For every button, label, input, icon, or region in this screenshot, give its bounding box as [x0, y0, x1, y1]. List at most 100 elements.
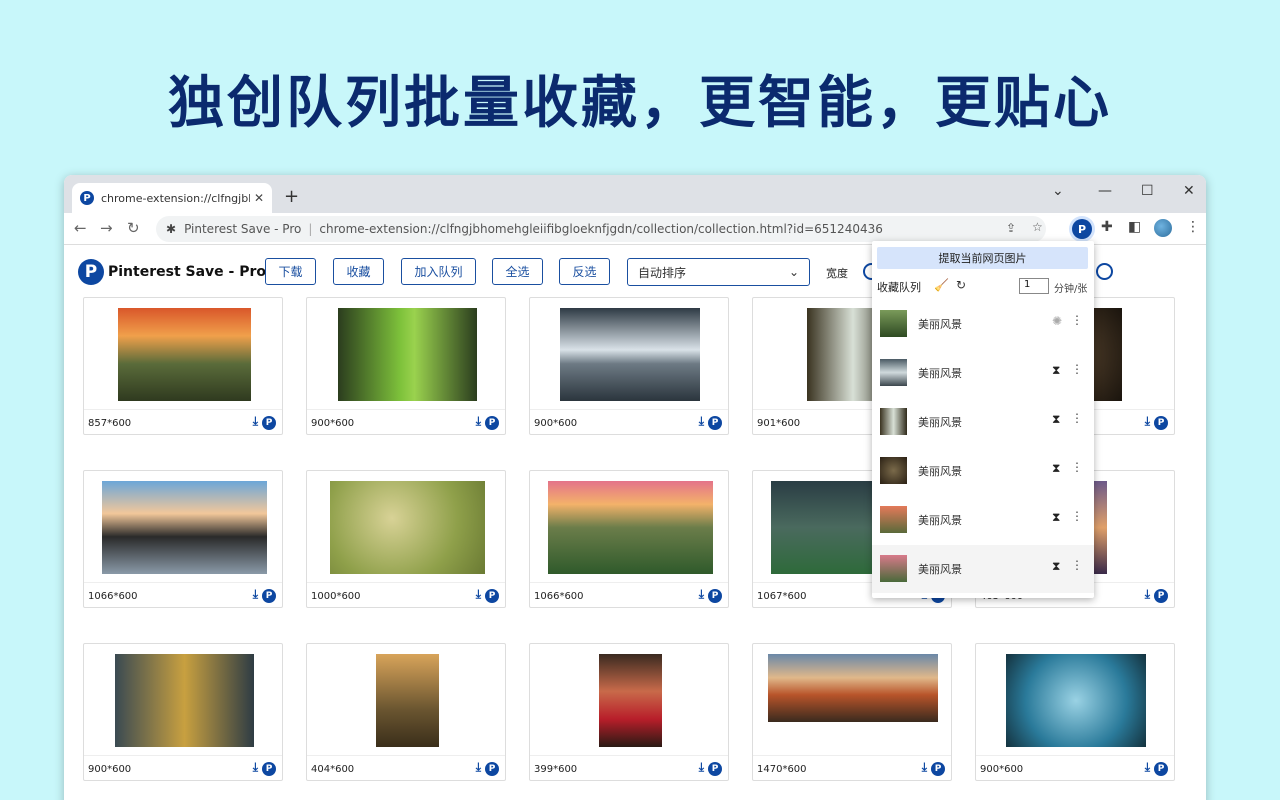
- image-card[interactable]: 404*600 ⤓ P: [306, 643, 506, 781]
- download-icon[interactable]: ⤓: [1145, 414, 1150, 429]
- image-card[interactable]: 857*600 ⤓ P: [83, 297, 283, 435]
- card-divider: [84, 409, 282, 410]
- tab-close-icon[interactable]: ✕: [254, 191, 264, 205]
- download-icon[interactable]: ⤓: [1145, 760, 1150, 775]
- image-card[interactable]: 900*600 ⤓ P: [975, 643, 1175, 781]
- queue-item[interactable]: 美丽风景 ✺ ⋮: [872, 300, 1094, 348]
- image-card[interactable]: 900*600 ⤓ P: [529, 297, 729, 435]
- maximize-icon[interactable]: ☐: [1141, 183, 1154, 199]
- minimize-icon[interactable]: —: [1098, 183, 1112, 199]
- pin-icon[interactable]: P: [708, 589, 722, 603]
- side-panel-icon[interactable]: ◧: [1128, 219, 1141, 235]
- image-card[interactable]: 1470*600 ⤓ P: [752, 643, 952, 781]
- download-icon[interactable]: ⤓: [699, 414, 704, 429]
- pin-icon[interactable]: P: [262, 762, 276, 776]
- more-options-icon[interactable]: ⋮: [1071, 460, 1083, 474]
- image-card[interactable]: 900*600 ⤓ P: [306, 297, 506, 435]
- image-card[interactable]: 1000*600 ⤓ P: [306, 470, 506, 608]
- forward-icon[interactable]: →: [100, 219, 113, 237]
- more-options-icon[interactable]: ⋮: [1071, 362, 1083, 376]
- new-tab-button[interactable]: +: [284, 186, 299, 207]
- download-icon[interactable]: ⤓: [253, 760, 258, 775]
- broom-clear-icon[interactable]: 🧹: [934, 278, 949, 292]
- tab-search-chevron-icon[interactable]: ⌄: [1052, 183, 1064, 199]
- image-thumbnail[interactable]: [329, 481, 485, 574]
- more-options-icon[interactable]: ⋮: [1071, 313, 1083, 327]
- pin-icon[interactable]: P: [1154, 416, 1168, 430]
- refresh-icon[interactable]: ↻: [956, 278, 966, 292]
- image-thumbnail[interactable]: [768, 654, 938, 722]
- rate-input[interactable]: 1: [1019, 278, 1049, 294]
- browser-tab[interactable]: P chrome-extension://clfngjbho ✕: [72, 183, 272, 213]
- card-divider: [84, 582, 282, 583]
- pin-icon[interactable]: P: [485, 589, 499, 603]
- close-window-icon[interactable]: ✕: [1183, 183, 1195, 199]
- reload-icon[interactable]: ↻: [127, 219, 140, 237]
- url-field[interactable]: ✱ Pinterest Save - Pro | chrome-extensio…: [156, 216, 1046, 242]
- bookmark-star-icon[interactable]: ☆: [1032, 220, 1043, 234]
- download-icon[interactable]: ⤓: [922, 760, 927, 775]
- download-button[interactable]: 下载: [265, 258, 316, 285]
- image-card[interactable]: 1066*600 ⤓ P: [83, 470, 283, 608]
- select-all-button[interactable]: 全选: [492, 258, 543, 285]
- download-icon[interactable]: ⤓: [699, 760, 704, 775]
- download-icon[interactable]: ⤓: [476, 760, 481, 775]
- profile-avatar[interactable]: [1154, 219, 1172, 237]
- menu-kebab-icon[interactable]: ⋮: [1186, 219, 1200, 235]
- queue-item[interactable]: 美丽风景 ⧗ ⋮: [872, 496, 1094, 544]
- width-slider-knob-right[interactable]: [1096, 263, 1113, 280]
- collect-button[interactable]: 收藏: [333, 258, 384, 285]
- back-icon[interactable]: ←: [74, 219, 87, 237]
- download-icon[interactable]: ⤓: [1145, 587, 1150, 602]
- sort-select[interactable]: 自动排序 ⌄: [627, 258, 810, 286]
- image-thumbnail[interactable]: [547, 481, 713, 574]
- image-thumbnail[interactable]: [101, 481, 267, 574]
- image-card[interactable]: 1066*600 ⤓ P: [529, 470, 729, 608]
- pin-icon[interactable]: P: [485, 762, 499, 776]
- pin-icon[interactable]: P: [262, 589, 276, 603]
- image-card[interactable]: 399*600 ⤓ P: [529, 643, 729, 781]
- image-thumbnail[interactable]: [598, 654, 662, 747]
- image-thumbnail[interactable]: [117, 308, 251, 401]
- pin-icon[interactable]: P: [708, 762, 722, 776]
- queue-item[interactable]: 美丽风景 ⧗ ⋮: [872, 545, 1094, 593]
- image-thumbnail[interactable]: [375, 654, 439, 747]
- queue-item[interactable]: 美丽风景 ⧗ ⋮: [872, 398, 1094, 446]
- invert-selection-button[interactable]: 反选: [559, 258, 610, 285]
- image-thumbnail[interactable]: [337, 308, 477, 401]
- queue-item[interactable]: 美丽风景 ⧗ ⋮: [872, 349, 1094, 397]
- pin-icon[interactable]: P: [931, 762, 945, 776]
- extract-images-button[interactable]: 提取当前网页图片: [877, 247, 1088, 269]
- image-thumbnail[interactable]: [114, 654, 254, 747]
- pin-icon[interactable]: P: [708, 416, 722, 430]
- loading-spinner-icon: ✺: [1052, 314, 1063, 328]
- url-site: Pinterest Save - Pro: [184, 222, 302, 236]
- queue-item-label: 美丽风景: [918, 514, 962, 527]
- download-icon[interactable]: ⤓: [699, 587, 704, 602]
- extensions-icon[interactable]: ✚: [1101, 219, 1113, 235]
- share-icon[interactable]: ⇪: [1006, 221, 1016, 235]
- more-options-icon[interactable]: ⋮: [1071, 509, 1083, 523]
- queue-item[interactable]: 美丽风景 ⧗ ⋮: [872, 447, 1094, 495]
- pin-icon[interactable]: P: [1154, 762, 1168, 776]
- image-thumbnail[interactable]: [1006, 654, 1146, 747]
- image-dimensions: 901*600: [757, 418, 801, 429]
- image-dimensions: 1067*600: [757, 591, 807, 602]
- pin-icon[interactable]: P: [485, 416, 499, 430]
- pinterest-extension-icon[interactable]: P: [1072, 219, 1092, 239]
- pin-icon[interactable]: P: [1154, 589, 1168, 603]
- image-dimensions: 1066*600: [88, 591, 138, 602]
- tab-bar: P chrome-extension://clfngjbho ✕ + ⌄ — ☐…: [64, 175, 1206, 213]
- enqueue-button[interactable]: 加入队列: [401, 258, 476, 285]
- image-card[interactable]: 900*600 ⤓ P: [83, 643, 283, 781]
- download-icon[interactable]: ⤓: [253, 587, 258, 602]
- more-options-icon[interactable]: ⋮: [1071, 411, 1083, 425]
- image-dimensions: 1066*600: [534, 591, 584, 602]
- image-thumbnail[interactable]: [560, 308, 700, 401]
- pin-icon[interactable]: P: [262, 416, 276, 430]
- more-options-icon[interactable]: ⋮: [1071, 558, 1083, 572]
- download-icon[interactable]: ⤓: [476, 414, 481, 429]
- download-icon[interactable]: ⤓: [253, 414, 258, 429]
- download-icon[interactable]: ⤓: [476, 587, 481, 602]
- pinterest-favicon-icon: P: [80, 191, 94, 205]
